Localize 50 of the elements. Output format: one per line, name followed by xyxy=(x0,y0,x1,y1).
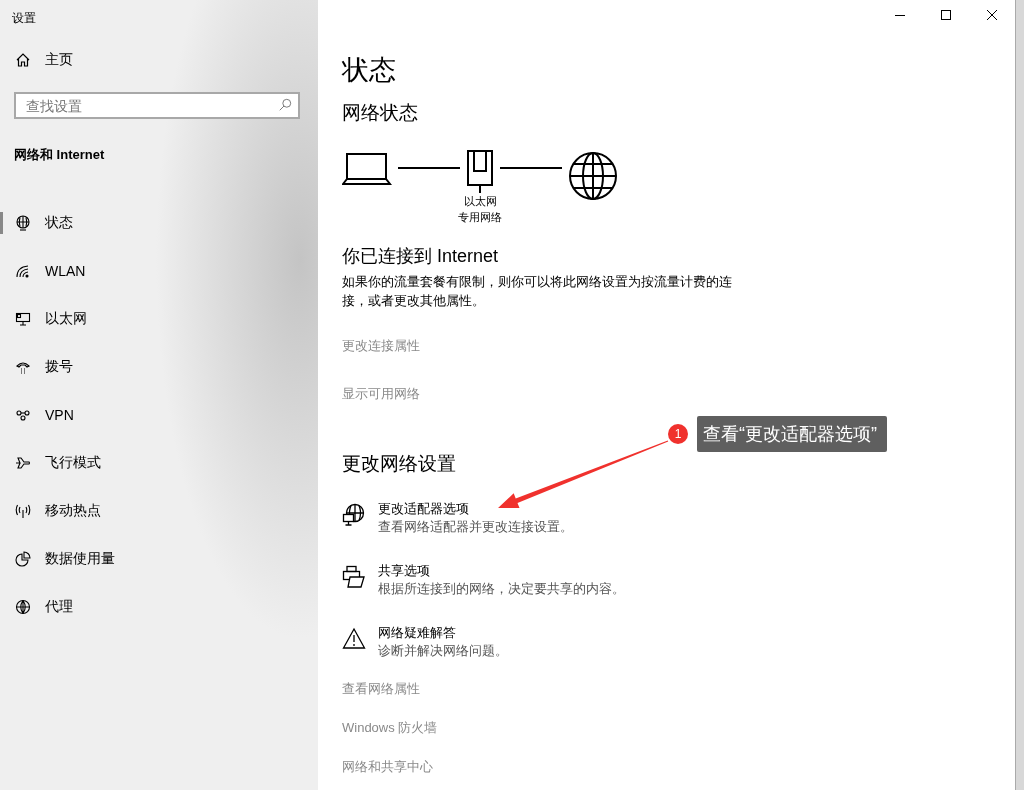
page-title: 状态 xyxy=(342,54,397,87)
globe-icon xyxy=(15,599,31,615)
search-icon xyxy=(278,98,292,112)
hotspot-icon xyxy=(15,503,31,519)
section-title: 网络状态 xyxy=(342,101,419,125)
airplane-icon xyxy=(15,455,31,471)
pie-chart-icon xyxy=(15,551,31,567)
section-heading: 网络和 Internet xyxy=(13,146,106,164)
option-description: 诊断并解决网络问题。 xyxy=(378,643,508,660)
home-link[interactable]: 主页 xyxy=(0,36,318,84)
settings-link[interactable]: 显示可用网络 xyxy=(342,385,1015,407)
warning-icon xyxy=(342,627,366,651)
printer-folder-icon xyxy=(342,565,366,589)
globe-icon xyxy=(568,151,618,201)
vpn-icon xyxy=(15,407,31,423)
settings-link[interactable]: 更改连接属性 xyxy=(342,337,1015,359)
search-field[interactable]: 查找设置 xyxy=(14,92,300,119)
nav-item[interactable]: 移动热点 xyxy=(0,487,318,535)
nav-item[interactable]: 状态 xyxy=(0,199,318,247)
globe-monitor-icon xyxy=(342,503,366,527)
window-title: 设置 xyxy=(11,10,37,27)
option-link[interactable]: 网络疑难解答 xyxy=(378,623,508,642)
option-link[interactable]: 共享选项 xyxy=(378,561,625,580)
globe-monitor-icon xyxy=(15,215,31,231)
adapter-label: 以太网 xyxy=(463,194,497,209)
annotation-callout: 查看“更改适配器选项” xyxy=(697,416,887,452)
ethernet-port-icon xyxy=(466,149,494,193)
settings-link[interactable]: 网络和共享中心 xyxy=(342,758,1015,780)
settings-link[interactable]: 查看网络属性 xyxy=(342,680,1015,702)
wifi-icon xyxy=(15,263,31,279)
nav-item[interactable]: VPN xyxy=(0,391,318,439)
home-icon xyxy=(15,52,31,68)
step-number-badge: 1 xyxy=(668,424,688,444)
phone-icon xyxy=(15,359,31,375)
nav-item[interactable]: 飞行模式 xyxy=(0,439,318,487)
option-link[interactable]: 更改适配器选项 xyxy=(378,499,573,518)
settings-link[interactable]: Windows 防火墙 xyxy=(342,719,1015,741)
nav-item[interactable]: 数据使用量 xyxy=(0,535,318,583)
connection-status: 你已连接到 Internet xyxy=(342,245,500,268)
option-description: 查看网络适配器并更改连接设置。 xyxy=(378,519,573,536)
section-title: 更改网络设置 xyxy=(342,452,457,476)
monitor-icon xyxy=(15,311,31,327)
option-description: 根据所连接到的网络，决定要共享的内容。 xyxy=(378,581,625,598)
nav-item[interactable]: 以太网 xyxy=(0,295,318,343)
connection-description: 如果你的流量套餐有限制，则你可以将此网络设置为按流量计费的连接，或者更改其他属性。 xyxy=(342,274,733,310)
laptop-icon xyxy=(342,151,392,187)
nav-item[interactable]: WLAN xyxy=(0,247,318,295)
nav-item[interactable]: 拨号 xyxy=(0,343,318,391)
network-profile-label: 专用网络 xyxy=(458,210,502,225)
nav-item[interactable]: 代理 xyxy=(0,583,318,631)
